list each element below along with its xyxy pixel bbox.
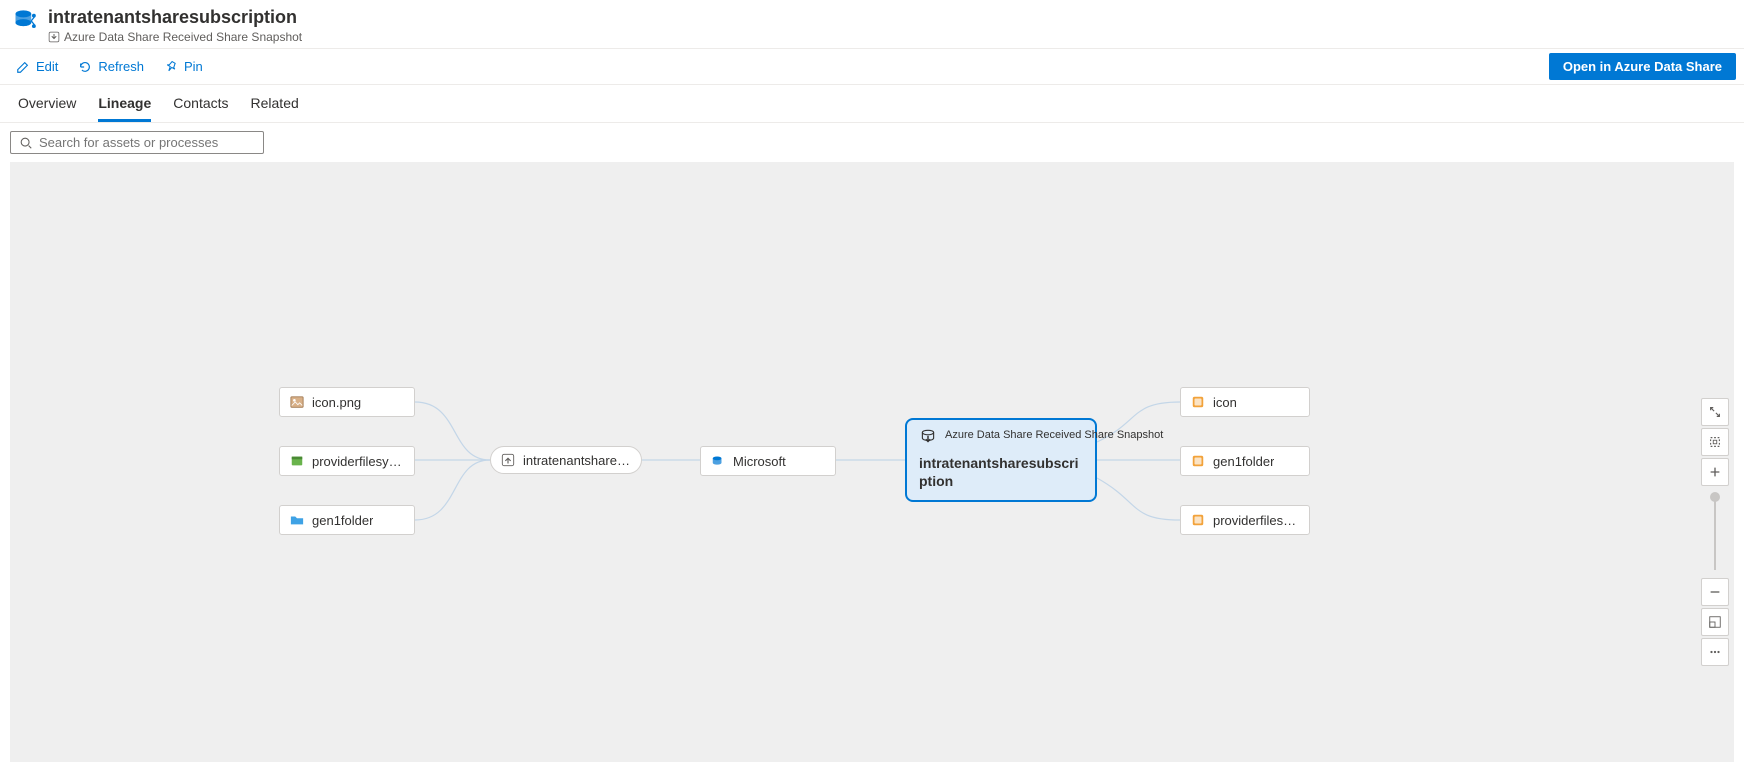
node-icon-png[interactable]: icon.png xyxy=(279,387,415,417)
snapshot-out-icon xyxy=(501,453,515,467)
node-label: icon xyxy=(1213,395,1237,410)
tab-lineage[interactable]: Lineage xyxy=(98,85,151,122)
refresh-icon xyxy=(78,60,92,74)
snapshot-in-icon xyxy=(919,428,937,450)
tab-related[interactable]: Related xyxy=(251,85,299,122)
lineage-canvas[interactable]: icon.png providerfilesystem gen1folder i… xyxy=(10,162,1734,762)
lineage-canvas-wrap: icon.png providerfilesystem gen1folder i… xyxy=(0,162,1744,772)
blob-icon xyxy=(1191,395,1205,409)
more-button[interactable] xyxy=(1701,638,1729,666)
node-microsoft[interactable]: Microsoft xyxy=(700,446,836,476)
tab-bar: Overview Lineage Contacts Related xyxy=(0,85,1744,123)
node-label: Microsoft xyxy=(733,454,786,469)
page-header: intratenantsharesubscription Azure Data … xyxy=(0,0,1744,49)
zoom-out-button[interactable] xyxy=(1701,578,1729,606)
canvas-controls xyxy=(1700,398,1730,666)
edit-label: Edit xyxy=(36,59,58,74)
fit-button[interactable] xyxy=(1701,428,1729,456)
edit-button[interactable]: Edit xyxy=(8,55,66,78)
node-gen1folder-left[interactable]: gen1folder xyxy=(279,505,415,535)
blob-icon xyxy=(1191,454,1205,468)
page-subtitle: Azure Data Share Received Share Snapshot xyxy=(48,30,302,44)
node-providerfilesystem-left[interactable]: providerfilesystem xyxy=(279,446,415,476)
page-subtitle-text: Azure Data Share Received Share Snapshot xyxy=(64,30,302,44)
node-label: gen1folder xyxy=(1213,454,1274,469)
search-row xyxy=(0,123,1744,162)
node-intratenantshare-process[interactable]: intratenantshare_Mi... xyxy=(490,446,642,474)
pin-icon xyxy=(164,60,178,74)
blob-icon xyxy=(1191,513,1205,527)
search-icon xyxy=(19,136,33,150)
pencil-icon xyxy=(16,60,30,74)
refresh-label: Refresh xyxy=(98,59,144,74)
page-title: intratenantsharesubscription xyxy=(48,6,302,28)
node-selected-subscription[interactable]: Azure Data Share Received Share Snapshot… xyxy=(905,418,1097,502)
node-label: intratenantshare_Mi... xyxy=(523,453,631,468)
snapshot-in-icon xyxy=(48,31,60,43)
node-label: gen1folder xyxy=(312,513,373,528)
zoom-slider[interactable] xyxy=(1714,494,1716,570)
node-label: icon.png xyxy=(312,395,361,410)
node-icon-right[interactable]: icon xyxy=(1180,387,1310,417)
selected-subtitle: Azure Data Share Received Share Snapshot xyxy=(945,428,1163,442)
minimap-button[interactable] xyxy=(1701,608,1729,636)
data-share-small-icon xyxy=(711,454,725,468)
data-share-icon xyxy=(12,6,40,34)
zoom-in-button[interactable] xyxy=(1701,458,1729,486)
node-label: providerfilesystem xyxy=(1213,513,1299,528)
header-text-block: intratenantsharesubscription Azure Data … xyxy=(48,6,302,44)
image-file-icon xyxy=(290,395,304,409)
storage-icon xyxy=(290,454,304,468)
open-in-azure-button[interactable]: Open in Azure Data Share xyxy=(1549,53,1736,80)
pin-label: Pin xyxy=(184,59,203,74)
node-providerfilesystem-right[interactable]: providerfilesystem xyxy=(1180,505,1310,535)
search-box[interactable] xyxy=(10,131,264,154)
node-label: providerfilesystem xyxy=(312,454,404,469)
node-gen1folder-right[interactable]: gen1folder xyxy=(1180,446,1310,476)
toolbar: Edit Refresh Pin Open in Azure Data Shar… xyxy=(0,49,1744,85)
tab-overview[interactable]: Overview xyxy=(18,85,76,122)
selected-title: intratenantsharesubscription xyxy=(919,454,1083,490)
fullscreen-button[interactable] xyxy=(1701,398,1729,426)
lineage-links xyxy=(10,162,1734,762)
pin-button[interactable]: Pin xyxy=(156,55,211,78)
tab-contacts[interactable]: Contacts xyxy=(173,85,228,122)
folder-icon xyxy=(290,513,304,527)
search-input[interactable] xyxy=(39,135,255,150)
refresh-button[interactable]: Refresh xyxy=(70,55,152,78)
toolbar-left: Edit Refresh Pin xyxy=(8,55,211,78)
